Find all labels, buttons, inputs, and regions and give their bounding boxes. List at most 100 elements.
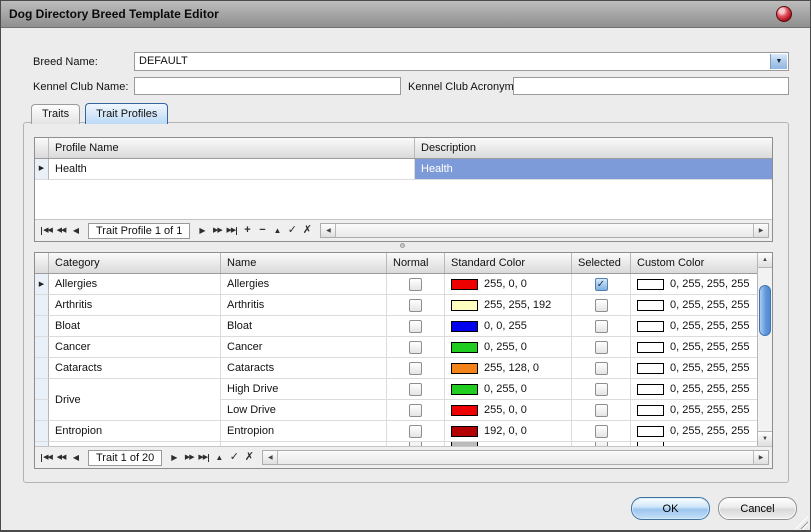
scroll-right-button[interactable]: ▶	[753, 451, 768, 464]
selected-checkbox[interactable]: ✓	[594, 361, 608, 375]
standard-color-cell[interactable]: 255, 255, 192	[445, 295, 572, 316]
normal-cell[interactable]: ✓	[387, 421, 445, 442]
horizontal-scrollbar[interactable]: ◀ ▶	[320, 223, 769, 238]
selected-checkbox[interactable]: ✓	[594, 298, 608, 312]
previous-page-button[interactable]: ◀◀	[55, 224, 67, 238]
normal-cell[interactable]: ✓	[387, 379, 445, 400]
custom-color-cell[interactable]: 0, 255, 255, 255	[631, 316, 757, 337]
normal-cell[interactable]: ✓	[387, 358, 445, 379]
scroll-down-button[interactable]: ▼	[758, 431, 772, 446]
profile-row[interactable]: ▶ Health Health	[35, 159, 772, 180]
column-header-standard-color[interactable]: Standard Color	[445, 253, 572, 273]
normal-cell[interactable]: ✓	[387, 337, 445, 358]
post-edit-button[interactable]: ✓	[228, 451, 240, 465]
custom-color-cell[interactable]: 0, 255, 255, 255	[631, 274, 757, 295]
column-header-description[interactable]: Description	[415, 138, 772, 158]
edit-record-button[interactable]: ▲	[271, 224, 283, 238]
category-cell[interactable]: Entropion	[49, 421, 221, 442]
selected-checkbox[interactable]: ✓	[594, 277, 608, 291]
first-record-button[interactable]: ◀◀	[40, 451, 53, 465]
name-cell[interactable]: Cancer	[221, 337, 387, 358]
name-cell[interactable]: Bloat	[221, 316, 387, 337]
name-cell[interactable]: Arthritis	[221, 295, 387, 316]
name-cell[interactable]: Allergies	[221, 274, 387, 295]
ok-button[interactable]: OK	[631, 497, 710, 520]
last-record-button[interactable]: ▶▶	[198, 451, 210, 465]
selected-checkbox[interactable]: ✓	[594, 382, 608, 396]
profile-name-cell[interactable]: Health	[49, 159, 415, 180]
column-header-normal[interactable]: Normal	[387, 253, 445, 273]
custom-color-cell[interactable]: 0, 255, 255, 255	[631, 400, 757, 421]
category-cell[interactable]: Allergies	[49, 274, 221, 295]
standard-color-cell[interactable]: 255, 0, 0	[445, 400, 572, 421]
horizontal-scrollbar[interactable]: ◀ ▶	[262, 450, 769, 465]
standard-color-cell[interactable]: 0, 0, 255	[445, 316, 572, 337]
title-bar[interactable]: Dog Directory Breed Template Editor	[1, 1, 810, 28]
category-cell[interactable]: Cataracts	[49, 358, 221, 379]
normal-cell[interactable]: ✓	[387, 316, 445, 337]
cancel-edit-button[interactable]: ✗	[243, 451, 255, 465]
selected-cell[interactable]: ✓	[572, 295, 631, 316]
cancel-button[interactable]: Cancel	[718, 497, 797, 520]
normal-checkbox[interactable]: ✓	[409, 361, 422, 375]
previous-record-button[interactable]: ◀	[70, 224, 82, 238]
custom-color-cell[interactable]: 0, 255, 255, 255	[631, 379, 757, 400]
first-record-button[interactable]: ◀◀	[40, 224, 53, 238]
selected-cell[interactable]: ✓	[572, 358, 631, 379]
previous-record-button[interactable]: ◀	[70, 451, 82, 465]
scroll-track[interactable]	[278, 451, 753, 464]
last-record-button[interactable]: ▶▶	[226, 224, 238, 238]
selected-cell[interactable]: ✓	[572, 421, 631, 442]
normal-checkbox[interactable]: ✓	[409, 319, 422, 333]
breed-name-combobox[interactable]: DEFAULT ▼	[134, 52, 789, 71]
category-cell[interactable]: Arthritis	[49, 295, 221, 316]
standard-color-cell[interactable]: 0, 255, 0	[445, 379, 572, 400]
name-cell[interactable]: Low Drive	[221, 400, 387, 421]
standard-color-cell[interactable]: 192, 0, 0	[445, 421, 572, 442]
edit-record-button[interactable]: ▲	[213, 451, 225, 465]
description-cell[interactable]: Health	[415, 159, 772, 180]
scroll-left-button[interactable]: ◀	[263, 451, 279, 464]
close-button[interactable]	[776, 6, 792, 22]
kennel-club-acronym-input[interactable]	[513, 77, 789, 95]
scroll-left-button[interactable]: ◀	[321, 224, 337, 237]
custom-color-cell[interactable]: 0, 255, 255, 255	[631, 421, 757, 442]
normal-checkbox[interactable]: ✓	[409, 340, 422, 354]
column-header-profile-name[interactable]: Profile Name	[49, 138, 415, 158]
normal-checkbox[interactable]: ✓	[409, 382, 422, 396]
next-record-button[interactable]: ▶	[168, 451, 180, 465]
name-cell[interactable]: Entropion	[221, 421, 387, 442]
selected-cell[interactable]: ✓	[572, 316, 631, 337]
normal-cell[interactable]: ✓	[387, 295, 445, 316]
selected-cell[interactable]: ✓	[572, 400, 631, 421]
standard-color-cell[interactable]: 255, 128, 0	[445, 358, 572, 379]
selected-checkbox[interactable]: ✓	[594, 340, 608, 354]
normal-cell[interactable]: ✓	[387, 400, 445, 421]
standard-color-cell[interactable]: 0, 255, 0	[445, 337, 572, 358]
vertical-scrollbar[interactable]: ▲ ▼	[757, 253, 772, 446]
category-cell[interactable]: Bloat	[49, 316, 221, 337]
normal-cell[interactable]: ✓	[387, 274, 445, 295]
scroll-thumb[interactable]	[759, 285, 771, 336]
combobox-dropdown-button[interactable]: ▼	[770, 54, 787, 69]
kennel-club-name-input[interactable]	[134, 77, 401, 95]
normal-checkbox[interactable]: ✓	[409, 403, 422, 417]
category-cell[interactable]: Cancer	[49, 337, 221, 358]
name-cell[interactable]: Cataracts	[221, 358, 387, 379]
selected-cell[interactable]: ✓	[572, 337, 631, 358]
append-record-button[interactable]: +	[241, 224, 253, 238]
category-cell[interactable]: Drive	[49, 379, 221, 421]
splitter-handle[interactable]	[400, 243, 405, 248]
scroll-up-button[interactable]: ▲	[758, 253, 772, 268]
column-header-selected[interactable]: Selected	[572, 253, 631, 273]
name-cell[interactable]: High Drive	[221, 379, 387, 400]
next-page-button[interactable]: ▶▶	[183, 451, 195, 465]
tab-trait-profiles[interactable]: Trait Profiles	[85, 103, 169, 124]
post-edit-button[interactable]: ✓	[286, 224, 298, 238]
delete-record-button[interactable]: −	[256, 224, 268, 238]
selected-cell[interactable]: ✓	[572, 274, 631, 295]
selected-checkbox[interactable]: ✓	[594, 319, 608, 333]
custom-color-cell[interactable]: 0, 255, 255, 255	[631, 358, 757, 379]
resize-grip[interactable]	[795, 516, 808, 529]
column-header-name[interactable]: Name	[221, 253, 387, 273]
